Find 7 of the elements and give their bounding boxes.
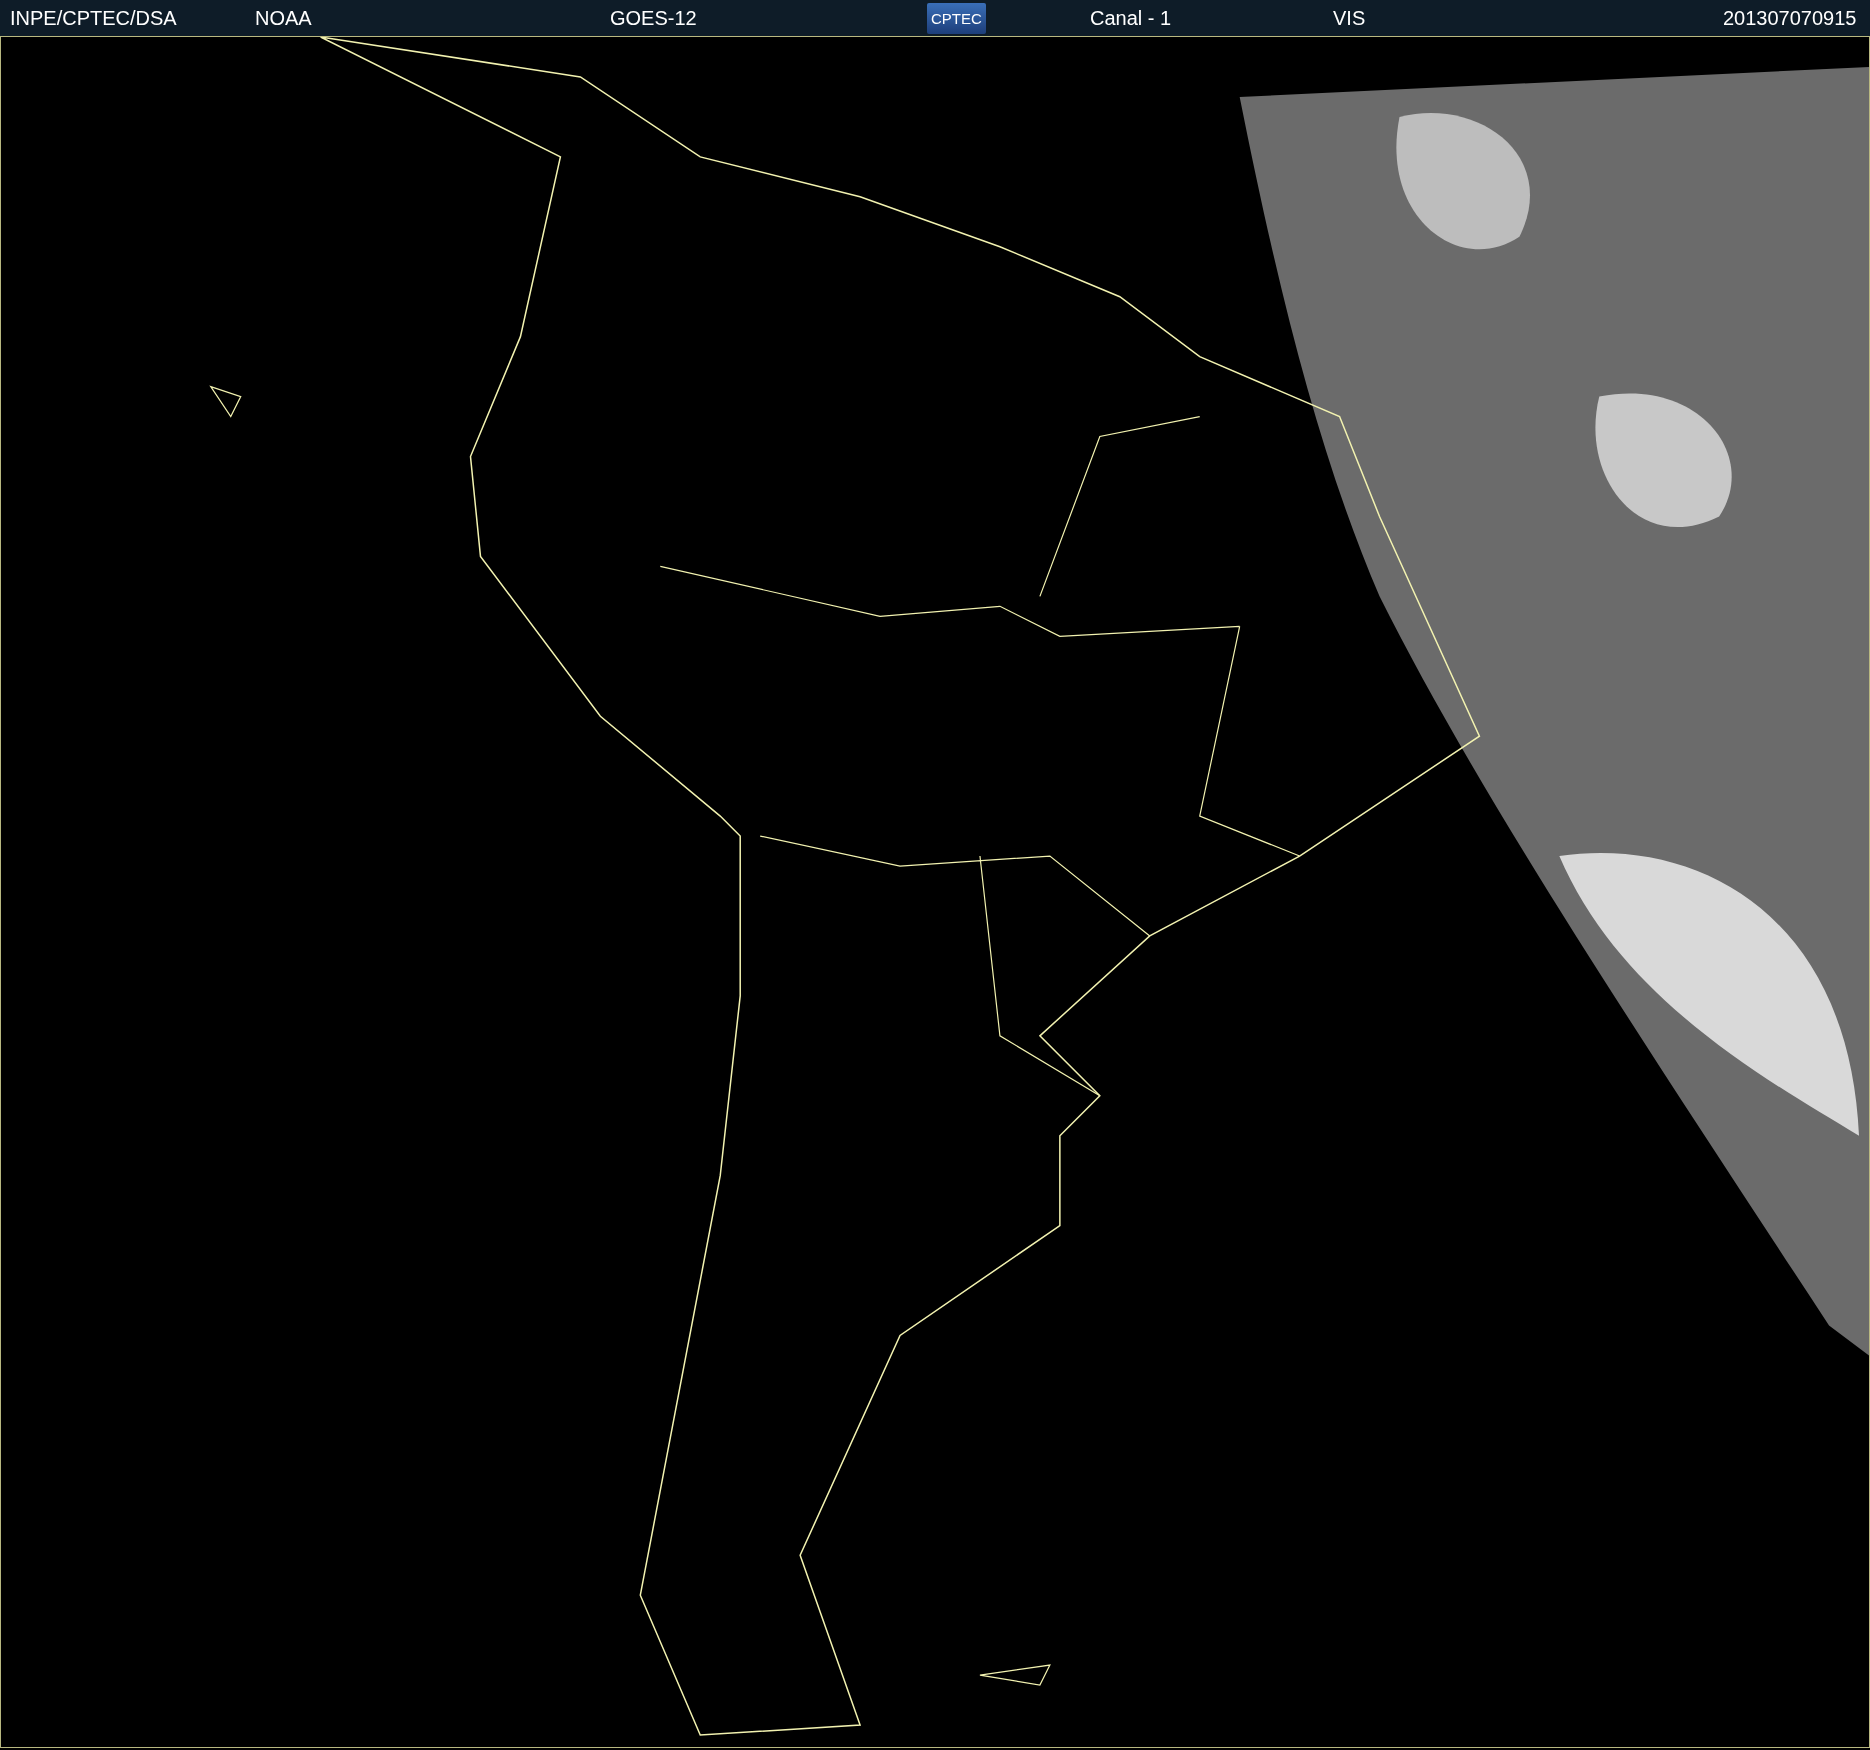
timestamp-label: 201307070915	[1723, 6, 1857, 30]
satellite-label: GOES-12	[610, 6, 697, 30]
band-label: VIS	[1333, 6, 1366, 30]
agency-label: NOAA	[255, 6, 312, 30]
logo: CPTEC	[927, 2, 986, 34]
channel-label: Canal - 1	[1090, 6, 1172, 30]
source-label: INPE/CPTEC/DSA	[10, 6, 177, 30]
